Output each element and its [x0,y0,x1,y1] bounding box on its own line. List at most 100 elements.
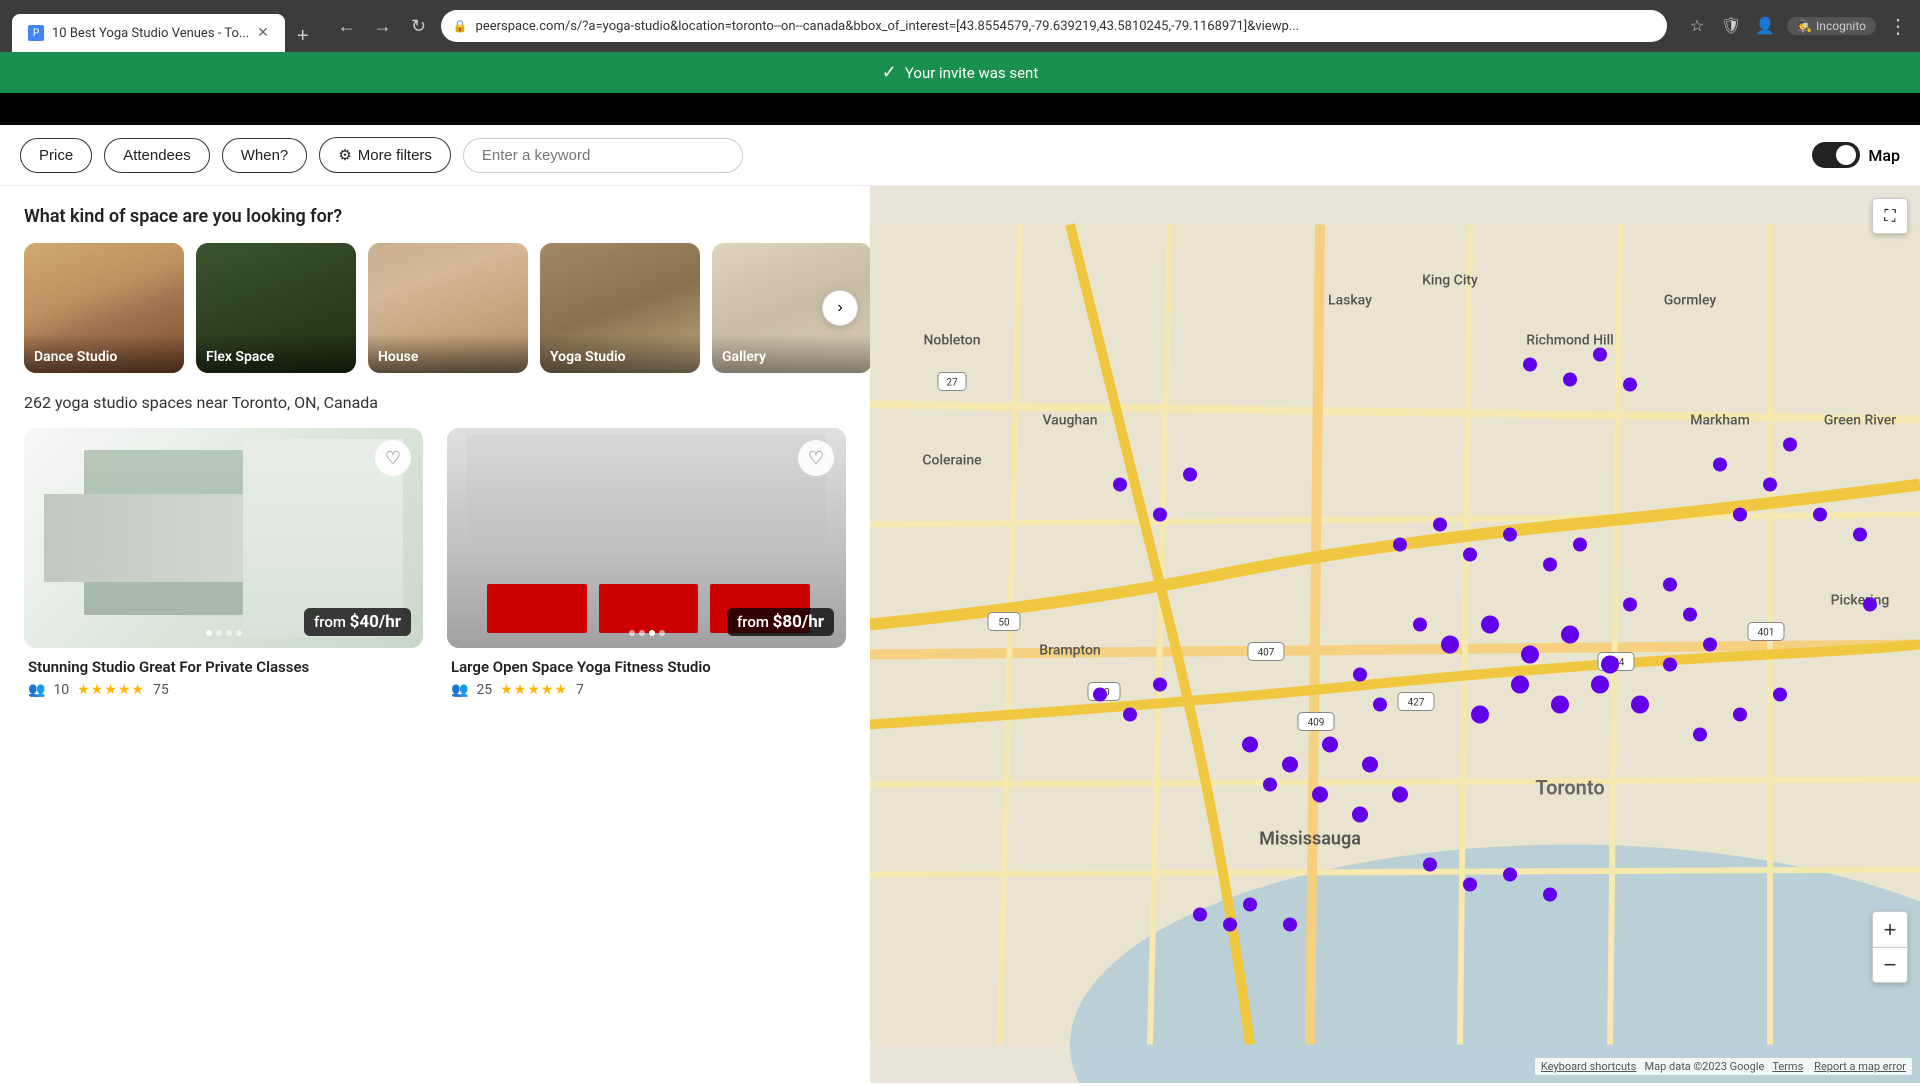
space-type-dance-studio[interactable]: Dance Studio [24,243,184,373]
profile-icon[interactable]: 👤 [1751,12,1779,40]
map-svg: 27 50 50 407 409 427 404 401 Nobleton Co… [870,186,1920,1083]
map-fullscreen-button[interactable]: ⛶ [1872,198,1908,234]
listing-dots-2 [629,630,665,636]
price-filter-button[interactable]: Price [20,138,92,173]
browser-tab-active[interactable]: P 10 Best Yoga Studio Venues - To... ✕ [12,14,285,52]
listing-title-2: Large Open Space Yoga Fitness Studio [451,658,842,676]
svg-text:Pickering: Pickering [1831,593,1890,609]
listing-info-2: Large Open Space Yoga Fitness Studio 👥 2… [447,648,846,698]
listing-card-1[interactable]: ♡ from $40/hr Stunning Studio Great For … [24,428,423,698]
svg-text:407: 407 [1258,648,1275,659]
forward-button[interactable]: → [369,12,397,40]
browser-tabs: P 10 Best Yoga Studio Venues - To... ✕ + [12,0,317,52]
rating-stars-2: ★★★★★ [500,682,568,698]
address-icons: ☆ 🛡 👤 [1683,12,1779,40]
reload-button[interactable]: ↻ [405,12,433,40]
map-zoom-controls: + − [1872,911,1908,983]
zoom-out-button[interactable]: − [1872,947,1908,983]
gallery-label: Gallery [722,349,766,365]
review-count-1: 75 [153,682,169,698]
favorite-button-1[interactable]: ♡ [375,440,411,476]
map-container[interactable]: 27 50 50 407 409 427 404 401 Nobleton Co… [870,186,1920,1083]
section-title: What kind of space are you looking for? [24,206,846,227]
listing-dots-1 [206,630,242,636]
listing-meta-1: 👥 10 ★★★★★ 75 [28,682,419,698]
carousel-next-button[interactable]: › [822,290,858,326]
dot-1-3 [226,630,232,636]
keyboard-shortcuts-link[interactable]: Keyboard shortcuts [1541,1060,1636,1073]
more-filters-button[interactable]: ⚙ More filters [319,137,451,173]
svg-text:409: 409 [1308,718,1325,729]
dot-2-2 [639,630,645,636]
price-value-2: $80/hr [773,612,824,632]
space-type-flex-space[interactable]: Flex Space [196,243,356,373]
attendees-icon-2: 👥 [451,682,468,698]
shield-icon[interactable]: 🛡 [1717,12,1745,40]
map-attribution: Keyboard shortcuts Map data ©2023 Google… [1535,1058,1912,1075]
listing-meta-2: 👥 25 ★★★★★ 7 [451,682,842,698]
dot-1-4 [236,630,242,636]
check-icon: ✓ [882,62,897,83]
house-label: House [378,349,418,365]
bookmark-icon[interactable]: ☆ [1683,12,1711,40]
map-toggle-switch[interactable] [1812,142,1860,168]
attendees-count-2: 25 [476,682,492,698]
when-filter-button[interactable]: When? [222,138,308,173]
listing-info-1: Stunning Studio Great For Private Classe… [24,648,423,698]
attendees-filter-button[interactable]: Attendees [104,138,210,173]
svg-text:Markham: Markham [1690,413,1750,429]
listing-image-1: ♡ from $40/hr [24,428,423,648]
svg-text:27: 27 [946,378,958,389]
notification-banner: ✓ Your invite was sent [0,52,1920,93]
svg-text:Green River: Green River [1824,413,1896,429]
space-types-carousel: Dance Studio Flex Space House [24,243,846,373]
dot-1-2 [216,630,222,636]
url-text: peerspace.com/s/?a=yoga-studio&location=… [476,19,1656,34]
nav-controls: ← → ↻ [333,12,433,40]
svg-text:50: 50 [998,618,1010,629]
report-error-link[interactable]: Report a map error [1814,1060,1906,1073]
terms-link[interactable]: Terms [1772,1060,1803,1073]
attendees-icon-1: 👥 [28,682,45,698]
listing-card-2[interactable]: ♡ from $80/hr Large Open Space Yoga Fitn… [447,428,846,698]
zoom-in-button[interactable]: + [1872,911,1908,947]
tab-title: 10 Best Yoga Studio Venues - To... [52,26,249,41]
attendees-count-1: 10 [53,682,69,698]
new-tab-button[interactable]: + [289,21,317,52]
flex-space-label: Flex Space [206,349,274,365]
browser-menu-button[interactable]: ⋮ [1888,14,1908,38]
address-bar[interactable]: 🔒 peerspace.com/s/?a=yoga-studio&locatio… [441,10,1668,42]
main-layout: What kind of space are you looking for? … [0,186,1920,1083]
space-type-yoga-studio[interactable]: Yoga Studio [540,243,700,373]
price-prefix-2: from [737,613,773,631]
tab-close-button[interactable]: ✕ [257,25,269,41]
svg-text:427: 427 [1408,698,1425,709]
rating-stars-1: ★★★★★ [77,682,145,698]
space-type-house[interactable]: House [368,243,528,373]
listing-price-1: from $40/hr [304,608,411,636]
dot-1-1 [206,630,212,636]
tab-favicon: P [28,25,44,41]
lock-icon: 🔒 [453,19,468,33]
incognito-icon: 🕵 [1797,19,1812,33]
map-toggle: Map [1812,142,1900,168]
incognito-label: Incognito [1816,19,1866,33]
keyword-input[interactable] [463,138,743,173]
back-button[interactable]: ← [333,12,361,40]
dot-2-3 [649,630,655,636]
svg-text:Richmond Hill: Richmond Hill [1526,333,1613,349]
dance-studio-label: Dance Studio [34,349,117,365]
listings-grid: ♡ from $40/hr Stunning Studio Great For … [24,428,846,698]
svg-text:King City: King City [1422,273,1478,289]
map-toggle-label: Map [1868,146,1900,165]
svg-text:Laskay: Laskay [1328,293,1372,309]
favorite-button-2[interactable]: ♡ [798,440,834,476]
results-count: 262 yoga studio spaces near Toronto, ON,… [24,393,846,412]
review-count-2: 7 [576,682,584,698]
price-value-1: $40/hr [350,612,401,632]
svg-text:Vaughan: Vaughan [1042,413,1097,429]
listing-image-2: ♡ from $80/hr [447,428,846,648]
filter-icon: ⚙ [338,146,351,164]
left-panel: What kind of space are you looking for? … [0,186,870,1083]
notification-message: Your invite was sent [905,64,1038,82]
